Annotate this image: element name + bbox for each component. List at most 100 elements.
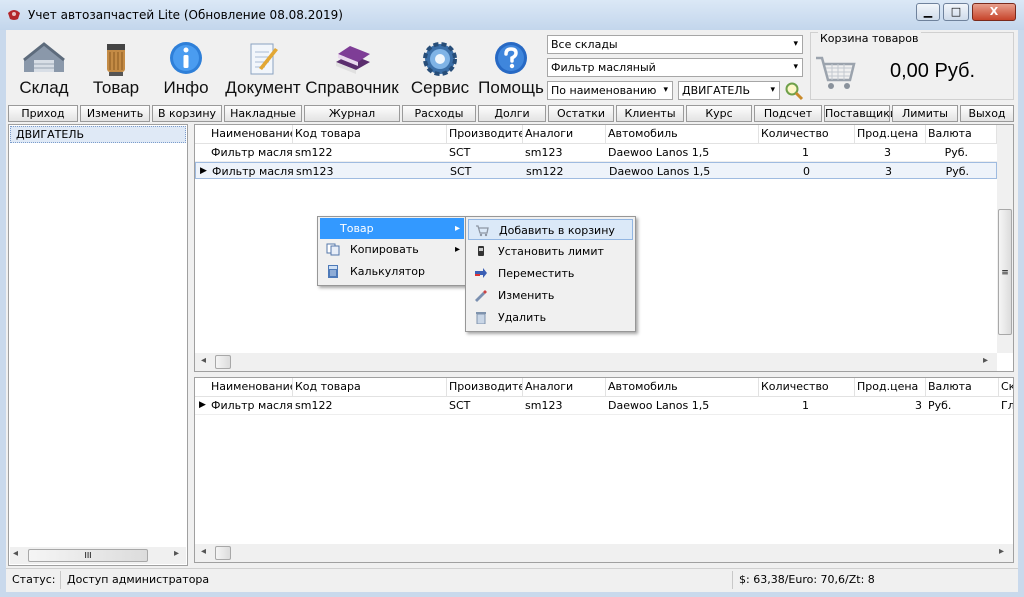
menu-item-add-to-cart[interactable]: Добавить в корзину (468, 219, 633, 240)
maximize-button[interactable]: □ (943, 3, 969, 21)
nav-button-vyhod[interactable]: Выход (960, 105, 1014, 122)
column-header[interactable]: Количество (759, 378, 855, 396)
nav-button-podschet[interactable]: Подсчет (754, 105, 822, 122)
nav-button-izmenit[interactable]: Изменить (80, 105, 150, 122)
column-header[interactable]: Наименование (209, 378, 293, 396)
menu-item-set-limit[interactable]: Установить лимит (468, 241, 633, 262)
cart-total: 0,00 Руб. (890, 60, 976, 82)
column-header[interactable]: Код товара (293, 378, 447, 396)
table-row[interactable]: ▶ Фильтр масляный sm122 SCT sm123 Daewoo… (195, 397, 1013, 415)
grid-header-row: Наименование Код товара Производител Ана… (195, 378, 1013, 397)
category-tree[interactable]: ДВИГАТЕЛЬ ◂ III ▸ (8, 124, 188, 566)
toolbar-button-info[interactable]: Инфо (156, 36, 216, 100)
menu-item-label: Добавить в корзину (499, 224, 615, 237)
menu-item-label: Калькулятор (350, 265, 425, 278)
toolbar-button-tovar[interactable]: Товар (86, 36, 146, 100)
cell-price: 3 (884, 146, 891, 159)
toolbar-button-document[interactable]: Документ (224, 36, 302, 100)
tree-scroll-thumb[interactable]: III (28, 549, 148, 562)
toolbar-button-spravochnik[interactable]: Справочник (304, 36, 400, 100)
nav-button-klienty[interactable]: Клиенты (616, 105, 684, 122)
title-bar[interactable]: Учет автозапчастей Lite (Обновление 08.0… (0, 0, 1024, 31)
search-icon[interactable] (784, 81, 804, 101)
minimize-button[interactable]: ▁ (916, 3, 940, 21)
chevron-down-icon: ▾ (663, 85, 668, 95)
cell-code: sm122 (295, 146, 333, 159)
tree-item-dvigatel[interactable]: ДВИГАТЕЛЬ (10, 126, 186, 143)
warehouse-select[interactable]: Все склады ▾ (547, 35, 803, 54)
row-marker-icon: ▶ (200, 166, 207, 176)
menu-item-edit[interactable]: Изменить (468, 285, 633, 306)
category-select[interactable]: ДВИГАТЕЛЬ ▾ (678, 81, 780, 100)
nav-button-kurs[interactable]: Курс (686, 105, 752, 122)
vertical-scroll-thumb[interactable]: ≡ (998, 209, 1012, 335)
nav-button-prihod[interactable]: Приход (8, 105, 78, 122)
horizontal-scroll-thumb[interactable] (215, 546, 231, 560)
table-row[interactable]: Фильтр масляный sm122 SCT sm123 Daewoo L… (195, 144, 997, 162)
search-mode-select[interactable]: По наименованию ▾ (547, 81, 673, 100)
cell-qty: 1 (802, 399, 809, 412)
toolbar-button-sklad[interactable]: Склад (10, 36, 78, 100)
column-header[interactable]: Прод.цена (855, 378, 926, 396)
menu-item-label: Товар (340, 222, 374, 235)
table-row-selected[interactable]: ▶ Фильтр масляный sm123 SCT sm122 Daewoo… (195, 162, 997, 179)
cart-grid[interactable]: Наименование Код товара Производител Ана… (194, 377, 1014, 563)
toolbar-button-pomosh[interactable]: Помощь (478, 36, 544, 100)
cell-currency: Руб. (945, 165, 969, 178)
column-header[interactable]: Производител (447, 125, 523, 143)
cell-maker: SCT (449, 399, 471, 412)
horizontal-scroll-thumb[interactable] (215, 355, 231, 369)
column-header[interactable]: Аналоги (523, 125, 606, 143)
status-text: Доступ администратора (67, 573, 210, 586)
column-header[interactable]: Количество (759, 125, 855, 143)
toolbar-button-servis[interactable]: Сервис (408, 36, 472, 100)
nav-button-ostatki[interactable]: Остатки (548, 105, 614, 122)
column-header[interactable]: Валюта (926, 125, 997, 143)
column-header[interactable]: Ск (999, 378, 1013, 396)
nav-button-postavshiki[interactable]: Поставщики (824, 105, 897, 122)
cell-name: Фильтр масляный (211, 399, 293, 412)
column-header[interactable]: Автомобиль (606, 378, 759, 396)
close-button[interactable]: X (972, 3, 1016, 21)
cell-car: Daewoo Lanos 1,5 (608, 146, 710, 159)
column-header[interactable]: Прод.цена (855, 125, 926, 143)
column-header[interactable]: Аналоги (523, 378, 606, 396)
menu-item-kopirovat[interactable]: Копировать ▸ (320, 239, 464, 260)
books-icon (336, 46, 370, 74)
scroll-right-arrow-icon[interactable]: ▸ (999, 546, 1004, 557)
scroll-left-arrow-icon[interactable]: ◂ (201, 546, 206, 557)
cell-qty: 1 (802, 146, 809, 159)
scroll-left-arrow-icon[interactable]: ◂ (13, 548, 18, 559)
column-header[interactable]: Код товара (293, 125, 447, 143)
nav-button-zhurnal[interactable]: Журнал (304, 105, 400, 122)
menu-item-kalkulyator[interactable]: Калькулятор (320, 261, 464, 282)
column-header[interactable]: Наименование (209, 125, 293, 143)
cell-analog: sm123 (525, 399, 563, 412)
nav-button-rashody[interactable]: Расходы (402, 105, 476, 122)
scroll-right-arrow-icon[interactable]: ▸ (174, 548, 179, 559)
cart-add-icon (476, 225, 489, 237)
nav-button-v-korzinu[interactable]: В корзину (152, 105, 222, 122)
grid-horizontal-scrollbar[interactable]: ◂ ▸ (195, 353, 997, 371)
scroll-right-arrow-icon[interactable]: ▸ (983, 355, 988, 366)
search-input-value: Фильтр масляный (551, 61, 656, 74)
nav-button-nakladnye[interactable]: Накладные (224, 105, 302, 122)
grid-horizontal-scrollbar[interactable]: ◂ ▸ (195, 544, 1013, 562)
menu-item-delete[interactable]: Удалить (468, 307, 633, 328)
search-input[interactable]: Фильтр масляный ▾ (547, 58, 803, 77)
window-title: Учет автозапчастей Lite (Обновление 08.0… (28, 8, 343, 22)
nav-button-dolgi[interactable]: Долги (478, 105, 546, 122)
menu-item-move[interactable]: Переместить (468, 263, 633, 284)
chevron-down-icon: ▾ (770, 85, 775, 95)
tree-horizontal-scrollbar[interactable]: ◂ III ▸ (10, 547, 186, 564)
edit-icon (475, 290, 487, 302)
column-header[interactable]: Производител (447, 378, 523, 396)
column-header[interactable]: Автомобиль (606, 125, 759, 143)
status-divider (732, 571, 733, 589)
menu-item-tovar[interactable]: Товар ▸ (320, 218, 464, 239)
scroll-left-arrow-icon[interactable]: ◂ (201, 355, 206, 366)
shopping-cart-icon[interactable] (812, 52, 858, 94)
grid-vertical-scrollbar[interactable]: ≡ (997, 125, 1013, 353)
nav-button-limity[interactable]: Лимиты (892, 105, 958, 122)
column-header[interactable]: Валюта (926, 378, 999, 396)
